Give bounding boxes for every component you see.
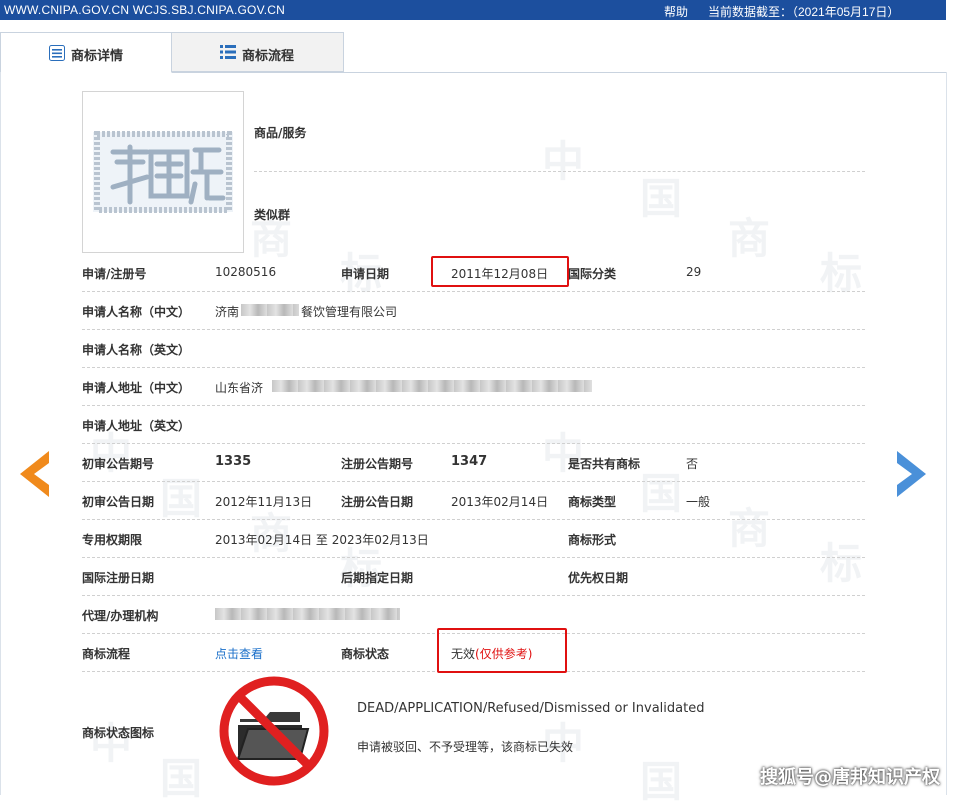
- grid-list-icon: [220, 45, 236, 59]
- highlight-box: [431, 256, 569, 287]
- shared-value: 否: [686, 455, 698, 472]
- reg-pub-date-value: 2013年02月14日: [451, 493, 548, 510]
- footer-watermark: 搜狐号@唐邦知识产权: [760, 763, 940, 789]
- tm-form-label: 商标形式: [568, 531, 616, 548]
- watermark-char: 国: [640, 748, 682, 809]
- status-icon-label: 商标状态图标: [82, 724, 154, 741]
- intl-class-value: 29: [686, 265, 701, 279]
- similar-group-label: 类似群: [254, 206, 290, 223]
- address-cn-prefix: 山东省济: [215, 379, 263, 396]
- tm-type-label: 商标类型: [568, 493, 616, 510]
- row-exclusive-period: 专用权期限 2013年02月14日 至 2023年02月13日 商标形式: [82, 519, 865, 558]
- later-date-label: 后期指定日期: [341, 569, 413, 586]
- address-en-label: 申请人地址（英文）: [82, 417, 190, 434]
- next-arrow-icon[interactable]: [896, 451, 926, 497]
- tab-bar: 商标详情 商标流程: [0, 32, 946, 73]
- applicant-cn-label: 申请人名称（中文）: [82, 303, 190, 320]
- reg-pub-no-label: 注册公告期号: [341, 455, 413, 472]
- row-applicant-en: 申请人名称（英文）: [82, 329, 865, 368]
- flow-label: 商标流程: [82, 645, 130, 662]
- tab-trademark-detail[interactable]: 商标详情: [0, 32, 172, 73]
- view-flow-link[interactable]: 点击查看: [215, 645, 263, 662]
- help-link[interactable]: 帮助: [664, 3, 688, 20]
- watermark-char: 国: [160, 745, 202, 806]
- applicant-en-label: 申请人名称（英文）: [82, 341, 190, 358]
- prelim-date-label: 初审公告日期: [82, 493, 154, 510]
- prelim-no-label: 初审公告期号: [82, 455, 154, 472]
- watermark-char: 中: [542, 128, 584, 189]
- status-en-text: DEAD/APPLICATION/Refused/Dismissed or In…: [357, 701, 704, 716]
- applicant-cn-suffix: 餐饮管理有限公司: [301, 303, 397, 320]
- highlight-box: [437, 628, 567, 673]
- prohibited-folder-icon: [218, 675, 330, 787]
- applicant-cn-prefix: 济南: [215, 303, 239, 320]
- row-address-en: 申请人地址（英文）: [82, 405, 865, 444]
- data-date: 当前数据截至：（2021年05月17日）: [708, 3, 899, 20]
- redacted-text: [241, 304, 299, 316]
- watermark-char: 国: [640, 165, 682, 226]
- tm-type-value: 一般: [686, 493, 710, 510]
- app-date-label: 申请日期: [341, 265, 389, 282]
- redacted-text: [272, 380, 592, 392]
- agent-label: 代理/办理机构: [82, 607, 158, 624]
- intl-reg-date-label: 国际注册日期: [82, 569, 154, 586]
- reg-no-label: 申请/注册号: [82, 265, 146, 282]
- tab-label: 商标详情: [71, 45, 123, 64]
- row-prelim-no: 初审公告期号 1335 注册公告期号 1347 是否共有商标 否: [82, 443, 865, 482]
- status-label: 商标状态: [341, 645, 389, 662]
- goods-label: 商品/服务: [254, 124, 306, 141]
- top-bar: WWW.CNIPA.GOV.CN WCJS.SBJ.CNIPA.GOV.CN 帮…: [0, 0, 946, 20]
- exclusive-label: 专用权期限: [82, 531, 142, 548]
- exclusive-value: 2013年02月14日 至 2023年02月13日: [215, 531, 429, 548]
- tab-trademark-flow[interactable]: 商标流程: [171, 32, 344, 72]
- row-applicant-cn: 申请人名称（中文） 济南 餐饮管理有限公司: [82, 291, 865, 330]
- reg-pub-date-label: 注册公告日期: [341, 493, 413, 510]
- list-icon: [49, 45, 65, 61]
- trademark-image: [82, 91, 244, 253]
- status-cn-text: 申请被驳回、不予受理等，该商标已失效: [357, 738, 573, 755]
- row-divider: [254, 171, 865, 172]
- row-prelim-date: 初审公告日期 2012年11月13日 注册公告日期 2013年02月14日 商标…: [82, 481, 865, 520]
- redacted-text: [215, 608, 400, 620]
- priority-date-label: 优先权日期: [568, 569, 628, 586]
- intl-class-label: 国际分类: [568, 265, 616, 282]
- prelim-date-value: 2012年11月13日: [215, 493, 312, 510]
- row-address-cn: 申请人地址（中文） 山东省济: [82, 367, 865, 406]
- address-cn-label: 申请人地址（中文）: [82, 379, 190, 396]
- reg-pub-no-value: 1347: [451, 454, 487, 469]
- prelim-no-value: 1335: [215, 454, 251, 469]
- shared-label: 是否共有商标: [568, 455, 640, 472]
- site-url[interactable]: WWW.CNIPA.GOV.CN WCJS.SBJ.CNIPA.GOV.CN: [4, 3, 285, 17]
- prev-arrow-icon[interactable]: [20, 451, 50, 497]
- row-intl-reg-date: 国际注册日期 后期指定日期 优先权日期: [82, 557, 865, 596]
- reg-no-value: 10280516: [215, 265, 276, 279]
- tab-label: 商标流程: [242, 45, 294, 64]
